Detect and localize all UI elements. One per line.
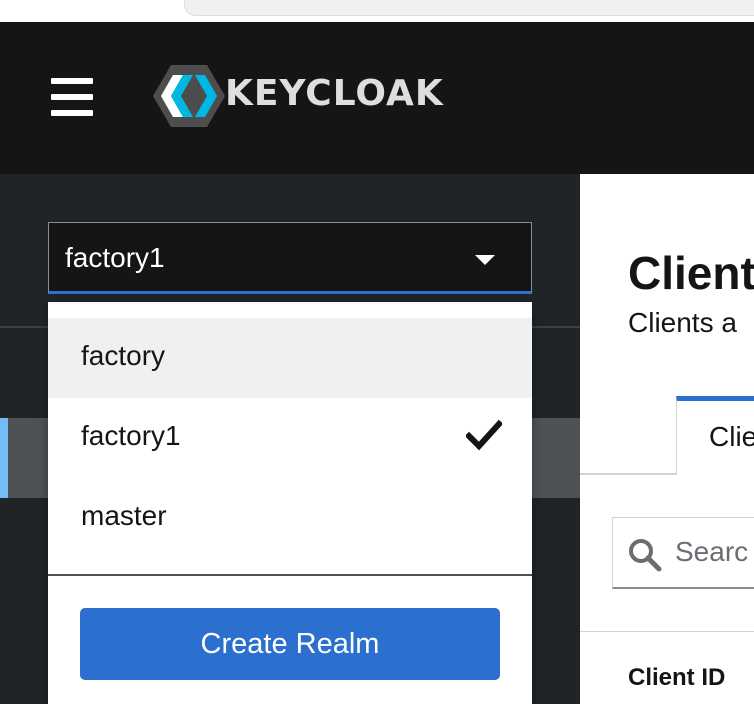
checkmark-icon [466,419,502,451]
browser-chrome-strip [0,0,754,22]
browser-url-bar[interactable] [184,0,754,16]
realm-option-label: factory [81,340,166,371]
search-icon [629,539,662,572]
page-subtitle: Clients a [628,307,737,338]
tab-label: Clie [709,421,754,452]
realm-dropdown-menu: factory factory1 master Create Realm [48,302,532,704]
search-box [612,517,754,589]
sidebar-active-marker [0,418,8,498]
realm-option-label: factory1 [81,420,181,451]
realm-option-master[interactable]: master [48,478,532,558]
realm-select-value: factory1 [65,242,165,273]
caret-down-icon [475,255,495,265]
column-header-client-id[interactable]: Client ID [628,664,725,692]
realm-option-factory1[interactable]: factory1 [48,398,532,478]
hamburger-menu-icon[interactable] [51,78,95,116]
main-content: Client Clients a Clie Client ID [580,174,754,704]
realm-select-toggle[interactable]: factory1 [48,222,532,294]
menu-divider [48,574,532,576]
realm-option-label: master [81,500,167,531]
page-title: Client [628,247,754,299]
keycloak-logo-icon [153,65,225,127]
tab-clients-list[interactable]: Clie [676,396,754,475]
masthead: KEYCLOAK [0,22,754,174]
search-input[interactable] [675,532,754,572]
realm-option-factory[interactable]: factory [48,318,532,398]
create-realm-button[interactable]: Create Realm [80,608,500,680]
table-divider [580,631,754,632]
logo-wordmark: KEYCLOAK [225,73,444,114]
